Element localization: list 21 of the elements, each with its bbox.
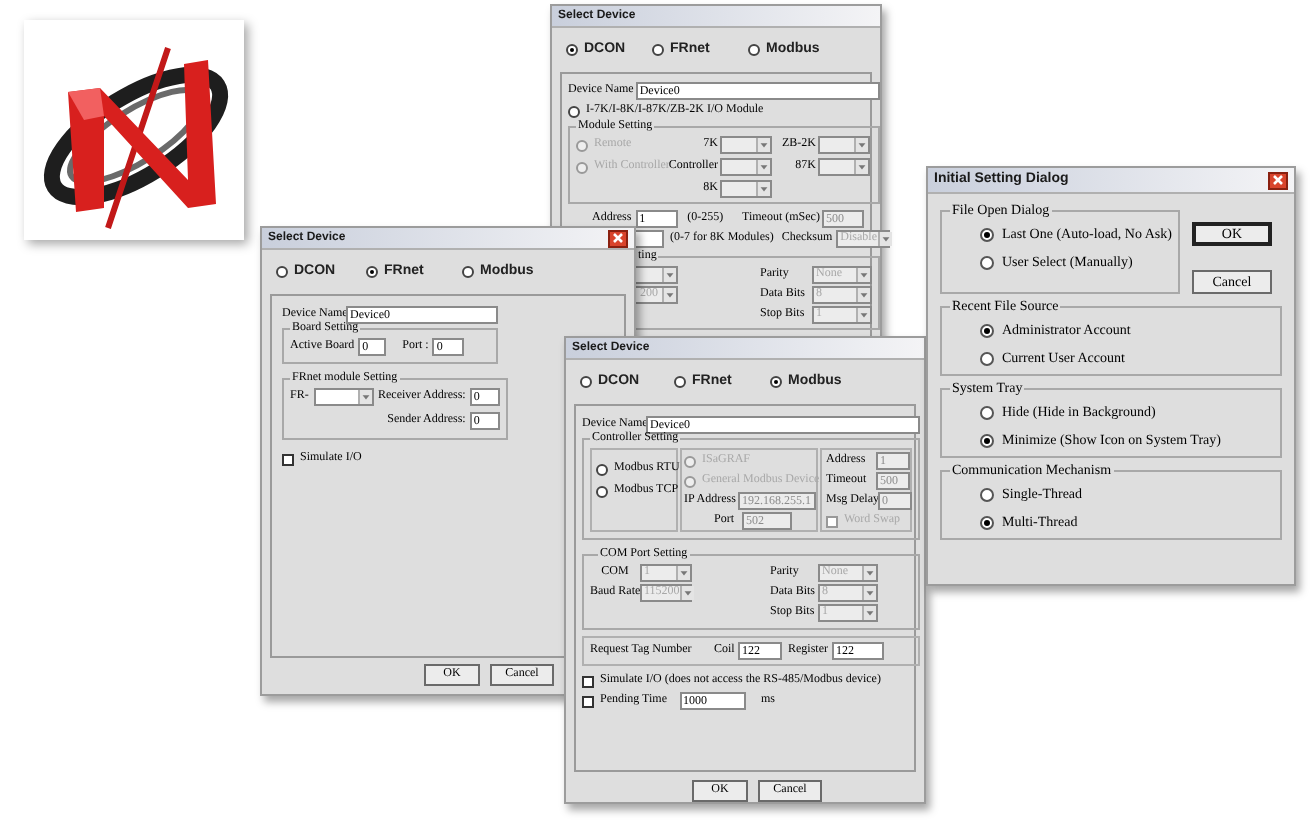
dropdown-arrow-icon <box>662 268 676 282</box>
dropdown-arrow-icon <box>862 606 876 620</box>
close-button[interactable] <box>608 229 628 247</box>
dropdown-arrow-icon <box>662 288 676 302</box>
close-icon <box>1272 174 1284 186</box>
dropdown-arrow-icon <box>756 138 770 152</box>
dropdown[interactable] <box>720 180 772 198</box>
dropdown-arrow-icon <box>756 160 770 174</box>
dropdown[interactable] <box>720 136 772 154</box>
dropdown-arrow-icon <box>862 586 876 600</box>
dropdown[interactable] <box>818 158 870 176</box>
dropdown-arrow-icon <box>358 390 372 404</box>
dropdown-arrow-icon <box>679 586 694 600</box>
close-icon <box>612 232 624 244</box>
dropdown-arrow-icon <box>756 182 770 196</box>
dropdown[interactable] <box>720 158 772 176</box>
dropdown[interactable] <box>314 388 374 406</box>
dropdown-arrow-icon <box>676 566 690 580</box>
dropdown-arrow-icon <box>862 566 876 580</box>
dropdown[interactable] <box>818 136 870 154</box>
close-button[interactable] <box>1268 171 1288 189</box>
